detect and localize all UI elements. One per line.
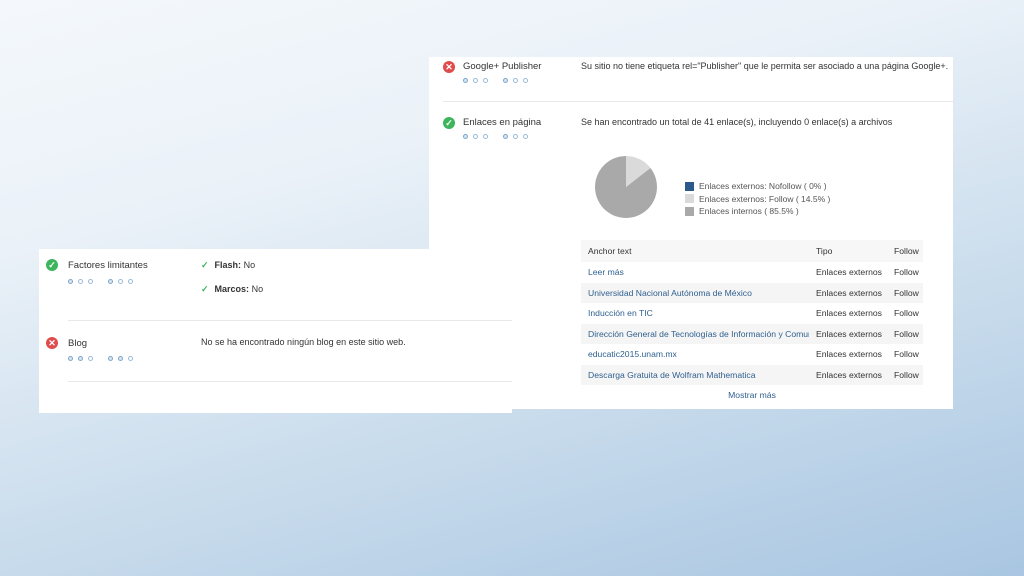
marcos-status: ✓ Marcos: No <box>201 284 263 295</box>
divider <box>68 381 512 382</box>
tipo-cell: Enlaces externos <box>816 308 882 319</box>
column-header-anchor[interactable]: Anchor text <box>581 240 809 262</box>
legend-label: Enlaces externos: Follow ( 14.5% ) <box>699 193 831 204</box>
check-circle-icon: ✓ <box>46 259 58 271</box>
column-header-follow[interactable]: Follow <box>887 240 923 262</box>
legend-item-internos: Enlaces internos ( 85.5% ) <box>685 205 830 218</box>
tipo-cell: Enlaces externos <box>816 267 882 278</box>
marcos-label: Marcos: <box>214 284 250 294</box>
follow-cell: Follow <box>887 282 923 303</box>
legend-swatch <box>685 181 694 191</box>
legend-swatch <box>685 194 694 204</box>
tipo-cell: Enlaces externos <box>809 282 887 303</box>
column-header-tipo[interactable]: Tipo <box>809 240 887 262</box>
tipo-cell: Enlaces externos <box>809 364 887 385</box>
check-icon: ✓ <box>201 284 209 294</box>
google-publisher-message: Su sitio no tiene etiqueta rel="Publishe… <box>581 61 949 71</box>
legend-item-nofollow: Enlaces externos: Nofollow ( 0% ) <box>685 180 830 193</box>
anchor-link[interactable]: Leer más <box>581 262 809 283</box>
legend-label: Enlaces internos ( 85.5% ) <box>699 206 799 217</box>
enlaces-message: Se han encontrado un total de 41 enlace(… <box>581 117 893 127</box>
pie-legend: Enlaces externos: Nofollow ( 0% ) Enlace… <box>685 180 830 218</box>
table-row: Inducción en TIC Enlaces externos Follow <box>581 303 923 324</box>
marcos-value: No <box>251 284 264 294</box>
tipo-cell: Enlaces externos <box>816 349 882 360</box>
google-publisher-label: Google+ Publisher <box>463 61 542 72</box>
site-factors-panel: ✓ Factores limitantes ✓ Flash: No ✓ Marcos… <box>39 249 512 413</box>
check-circle-icon: ✓ <box>443 117 455 129</box>
anchor-link[interactable]: Universidad Nacional Autónoma de México <box>581 282 809 303</box>
follow-cell: Follow <box>894 349 919 360</box>
flash-label: Flash: <box>214 260 242 270</box>
blog-message: No se ha encontrado ningún blog en este … <box>201 337 406 347</box>
follow-cell: Follow <box>894 267 919 278</box>
score-dots <box>463 134 533 139</box>
table-row: educatic2015.unam.mx Enlaces externos Fo… <box>581 344 923 365</box>
divider <box>68 320 512 321</box>
show-more-link[interactable]: Mostrar más <box>581 390 923 400</box>
score-dots <box>68 279 138 284</box>
follow-cell: Follow <box>887 364 923 385</box>
tipo-cell: Enlaces externos <box>809 323 887 344</box>
x-circle-icon: ✕ <box>443 61 455 73</box>
x-circle-icon: ✕ <box>46 337 58 349</box>
links-pie-chart <box>595 156 657 218</box>
anchor-link[interactable]: Descarga Gratuita de Wolfram Mathematica <box>581 364 809 385</box>
legend-label: Enlaces externos: Nofollow ( 0% ) <box>699 181 827 192</box>
blog-label: Blog <box>68 338 88 349</box>
anchor-link[interactable]: educatic2015.unam.mx <box>581 344 809 365</box>
table-row: Universidad Nacional Autónoma de México … <box>581 282 923 303</box>
follow-cell: Follow <box>887 323 923 344</box>
legend-item-follow: Enlaces externos: Follow ( 14.5% ) <box>685 193 830 206</box>
check-icon: ✓ <box>201 260 209 270</box>
flash-status: ✓ Flash: No <box>201 260 255 271</box>
legend-swatch <box>685 206 694 216</box>
flash-value: No <box>243 260 256 270</box>
follow-cell: Follow <box>894 308 919 319</box>
anchor-link[interactable]: Dirección General de Tecnologías de Info… <box>581 323 809 344</box>
enlaces-label: Enlaces en página <box>463 117 542 128</box>
anchor-link[interactable]: Inducción en TIC <box>581 303 809 324</box>
divider <box>443 101 953 102</box>
factores-label: Factores limitantes <box>68 260 148 271</box>
table-row: Leer más Enlaces externos Follow <box>581 262 923 283</box>
table-row: Dirección General de Tecnologías de Info… <box>581 323 923 344</box>
table-row: Descarga Gratuita de Wolfram Mathematica… <box>581 364 923 385</box>
score-dots <box>463 78 533 83</box>
links-table: Anchor text Tipo Follow Leer más Enlaces… <box>581 240 923 385</box>
score-dots <box>68 356 138 361</box>
